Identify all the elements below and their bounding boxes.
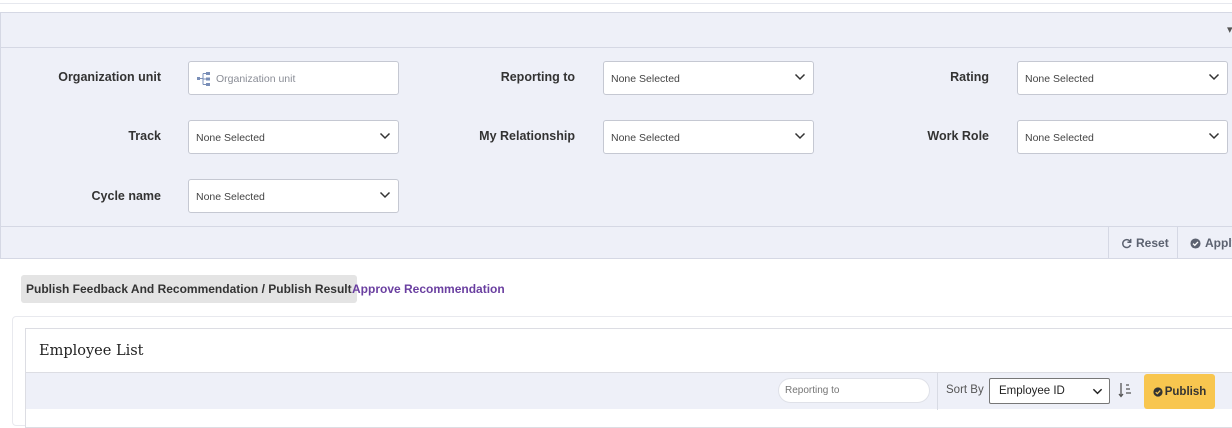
track-value: None Selected bbox=[196, 132, 265, 144]
chevron-down-icon bbox=[794, 132, 806, 140]
cycle-name-label: Cycle name bbox=[91, 189, 161, 203]
chevron-down-icon bbox=[794, 73, 806, 81]
reporting-to-search-input[interactable] bbox=[778, 378, 930, 403]
org-unit-field[interactable]: Organization unit bbox=[188, 61, 399, 95]
filter-panel: ▾ Organization unit Organization unit Re… bbox=[0, 12, 1232, 259]
apply-button[interactable]: Apply bbox=[1177, 227, 1232, 259]
org-unit-placeholder: Organization unit bbox=[216, 73, 296, 85]
check-circle-icon bbox=[1190, 237, 1201, 249]
track-select[interactable]: None Selected bbox=[188, 120, 399, 154]
apply-label: Apply bbox=[1205, 236, 1232, 250]
chevron-down-icon bbox=[379, 191, 391, 199]
check-circle-icon bbox=[1153, 386, 1163, 397]
chevron-down-icon bbox=[1208, 132, 1220, 140]
rating-select[interactable]: None Selected bbox=[1017, 61, 1228, 95]
collapse-icon[interactable]: ▾ bbox=[1227, 23, 1232, 36]
employee-list-title: Employee List bbox=[39, 343, 144, 359]
sort-by-select[interactable]: Employee ID bbox=[989, 378, 1110, 404]
reporting-to-value: None Selected bbox=[611, 73, 680, 85]
org-tree-icon bbox=[197, 72, 210, 86]
tab-approve-recommendation[interactable]: Approve Recommendation bbox=[352, 275, 505, 303]
top-divider bbox=[0, 3, 1232, 4]
toolbar-divider bbox=[937, 373, 938, 410]
refresh-icon bbox=[1122, 238, 1132, 248]
work-role-select[interactable]: None Selected bbox=[1017, 120, 1228, 154]
employee-list-toolbar: Sort By Employee ID Publish bbox=[26, 372, 1232, 410]
employee-list-card: Employee List Sort By Employee ID Publis… bbox=[25, 328, 1232, 428]
chevron-down-icon bbox=[1208, 73, 1220, 81]
my-relationship-value: None Selected bbox=[611, 132, 680, 144]
filter-panel-footer: Reset Apply bbox=[1, 226, 1232, 259]
chevron-down-icon bbox=[379, 132, 391, 140]
cycle-name-select[interactable]: None Selected bbox=[188, 179, 399, 213]
publish-button[interactable]: Publish bbox=[1144, 374, 1215, 409]
chevron-down-icon bbox=[1092, 388, 1103, 395]
org-unit-label: Organization unit bbox=[58, 70, 161, 84]
reporting-to-label: Reporting to bbox=[500, 70, 575, 84]
rating-label: Rating bbox=[950, 70, 989, 84]
reset-button[interactable]: Reset bbox=[1108, 227, 1177, 259]
my-relationship-label: My Relationship bbox=[479, 129, 575, 143]
filter-panel-header: ▾ bbox=[1, 13, 1232, 48]
publish-label: Publish bbox=[1164, 385, 1207, 398]
reset-label: Reset bbox=[1136, 236, 1169, 250]
work-role-value: None Selected bbox=[1025, 132, 1094, 144]
tab-publish-feedback[interactable]: Publish Feedback And Recommendation / Pu… bbox=[21, 275, 357, 303]
cycle-name-value: None Selected bbox=[196, 191, 265, 203]
sort-by-value: Employee ID bbox=[999, 385, 1065, 397]
track-label: Track bbox=[128, 129, 161, 143]
sort-order-icon[interactable] bbox=[1118, 382, 1132, 398]
work-role-label: Work Role bbox=[927, 129, 989, 143]
my-relationship-select[interactable]: None Selected bbox=[603, 120, 814, 154]
sort-by-label: Sort By bbox=[946, 384, 984, 396]
reporting-to-select[interactable]: None Selected bbox=[603, 61, 814, 95]
rating-value: None Selected bbox=[1025, 73, 1094, 85]
